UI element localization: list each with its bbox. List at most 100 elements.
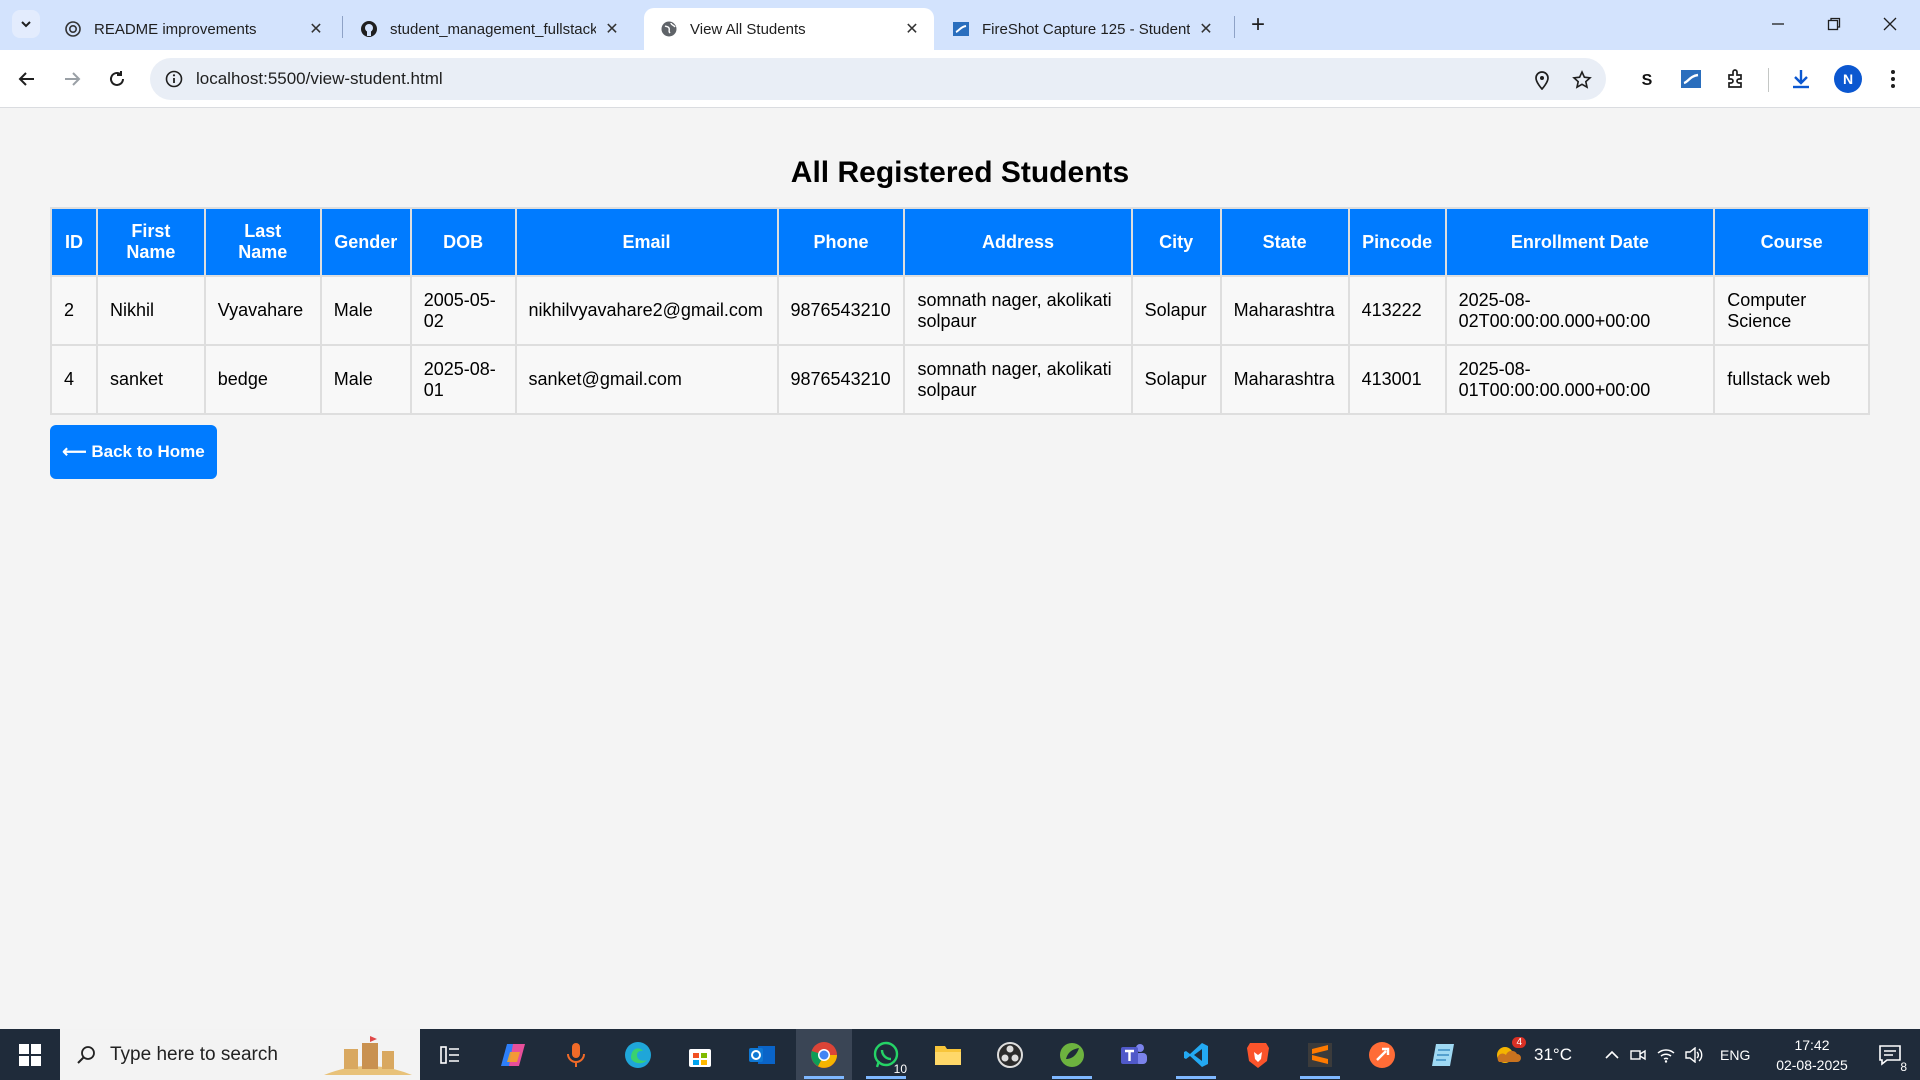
reload-icon — [110, 71, 124, 86]
tab-readme[interactable]: README improvements ✕ — [48, 8, 338, 50]
forward-nav-button[interactable] — [55, 62, 89, 96]
tab-strip: README improvements ✕ student_management… — [0, 0, 1920, 50]
table-cell: Maharashtra — [1219, 275, 1350, 346]
kebab-menu-icon[interactable] — [1878, 64, 1908, 94]
volume-icon[interactable] — [1680, 1046, 1708, 1063]
weather-sun-icon: 4 — [1492, 1036, 1526, 1070]
column-header: Address — [903, 207, 1133, 277]
location-pin-icon[interactable] — [1530, 68, 1554, 92]
chrome-icon[interactable] — [796, 1029, 852, 1080]
tab-title: README improvements — [94, 20, 257, 38]
column-header: Email — [514, 207, 779, 277]
tab-title: FireShot Capture 125 - Student — [982, 20, 1190, 38]
close-tab-icon[interactable]: ✕ — [602, 19, 622, 39]
new-tab-button[interactable]: + — [1244, 11, 1272, 38]
page-content: All Registered Students ID First Name La… — [0, 109, 1920, 1029]
spring-tools-icon[interactable] — [1044, 1029, 1100, 1080]
vscode-icon[interactable] — [1168, 1029, 1224, 1080]
back-nav-button[interactable] — [10, 62, 44, 96]
table-cell: 2025-08-01T00:00:00.000+00:00 — [1444, 344, 1716, 415]
notification-center-icon[interactable]: 8 — [1862, 1029, 1918, 1080]
fireshot-extension-icon[interactable] — [1676, 64, 1706, 94]
close-tab-icon[interactable]: ✕ — [306, 19, 326, 39]
svg-text:S: S — [1642, 72, 1653, 89]
copilot-icon[interactable] — [486, 1029, 542, 1080]
microphone-icon[interactable] — [548, 1029, 604, 1080]
windows-taskbar: Type here to search 10 4 31°C ENG 17:42 … — [0, 1029, 1920, 1080]
column-header: Gender — [319, 207, 412, 277]
profile-avatar[interactable]: N — [1834, 65, 1862, 93]
restore-icon — [1827, 17, 1841, 31]
tab-title: View All Students — [690, 20, 806, 38]
close-tab-icon[interactable]: ✕ — [1196, 19, 1216, 39]
download-icon[interactable] — [1786, 64, 1816, 94]
restore-button[interactable] — [1806, 6, 1862, 42]
globe-icon — [660, 20, 678, 38]
edge-icon[interactable] — [610, 1029, 666, 1080]
table-cell: somnath nager, akolikati solpaur — [903, 275, 1133, 346]
table-cell: somnath nager, akolikati solpaur — [903, 344, 1133, 415]
sublime-text-icon[interactable] — [1292, 1029, 1348, 1080]
brave-icon[interactable] — [1230, 1029, 1286, 1080]
clock-date: 02-08-2025 — [1776, 1057, 1848, 1073]
taskbar-search-box[interactable]: Type here to search — [60, 1029, 420, 1080]
close-tab-icon[interactable]: ✕ — [902, 19, 922, 39]
column-header: ID — [50, 207, 98, 277]
arrow-left-icon — [18, 72, 34, 86]
table-cell: Vyavahare — [203, 275, 322, 346]
table-cell: 2 — [50, 275, 98, 346]
tab-github[interactable]: student_management_fullstack ✕ — [344, 8, 634, 50]
microsoft-store-icon[interactable] — [672, 1029, 728, 1080]
table-row: 2 Nikhil Vyavahare Male 2005-05-02 nikhi… — [50, 275, 1870, 346]
whatsapp-unread-badge: 10 — [890, 1062, 910, 1076]
table-cell: Computer Science — [1713, 275, 1870, 346]
whatsapp-icon[interactable]: 10 — [858, 1029, 914, 1080]
column-header: Last Name — [203, 207, 322, 277]
table-cell: fullstack web — [1713, 344, 1870, 415]
task-view-icon[interactable] — [422, 1029, 478, 1080]
meet-now-icon[interactable] — [1624, 1047, 1652, 1063]
site-info-icon[interactable] — [162, 67, 186, 91]
wifi-icon[interactable] — [1652, 1047, 1680, 1063]
close-window-button[interactable] — [1862, 6, 1918, 42]
openai-icon — [64, 20, 82, 38]
table-cell: 4 — [50, 344, 98, 415]
chevron-up-icon[interactable] — [1600, 1050, 1624, 1060]
tab-view-students[interactable]: View All Students ✕ — [644, 8, 934, 50]
table-row: 4 sanket bedge Male 2025-08-01 sanket@gm… — [50, 344, 1870, 415]
minimize-button[interactable] — [1750, 6, 1806, 42]
bookmark-star-icon[interactable] — [1570, 68, 1594, 92]
postman-icon[interactable] — [1354, 1029, 1410, 1080]
back-to-home-button[interactable]: ⟵ Back to Home — [50, 425, 217, 479]
column-header: State — [1219, 207, 1350, 277]
tab-search-button[interactable] — [12, 10, 40, 38]
weather-widget[interactable]: 4 31°C — [1492, 1029, 1572, 1080]
plus-icon: + — [1250, 11, 1265, 38]
address-bar[interactable]: localhost:5500/view-student.html — [150, 58, 1606, 100]
arrow-right-icon — [65, 72, 81, 86]
table-header-row: ID First Name Last Name Gender DOB Email… — [50, 207, 1870, 277]
tab-fireshot[interactable]: FireShot Capture 125 - Student ✕ — [936, 8, 1228, 50]
browser-toolbar: localhost:5500/view-student.html S N — [0, 50, 1920, 108]
file-explorer-icon[interactable] — [920, 1029, 976, 1080]
system-tray: ENG — [1600, 1029, 1750, 1080]
table-cell: 9876543210 — [776, 275, 906, 346]
taskbar-clock[interactable]: 17:42 02-08-2025 — [1768, 1035, 1856, 1075]
url-text: localhost:5500/view-student.html — [196, 69, 443, 88]
teams-icon[interactable] — [1106, 1029, 1162, 1080]
github-icon — [360, 20, 378, 38]
fireshot-icon — [952, 20, 970, 38]
extension-s-icon[interactable]: S — [1632, 64, 1662, 94]
column-header: Enrollment Date — [1444, 207, 1716, 277]
windows-icon — [19, 1043, 41, 1066]
start-button[interactable] — [0, 1029, 60, 1080]
extensions-puzzle-icon[interactable] — [1721, 64, 1751, 94]
reload-button[interactable] — [100, 62, 134, 96]
table-cell: Male — [319, 344, 412, 415]
column-header: Course — [1713, 207, 1870, 277]
language-indicator[interactable]: ENG — [1720, 1047, 1750, 1063]
outlook-icon[interactable] — [734, 1029, 790, 1080]
obs-icon[interactable] — [982, 1029, 1038, 1080]
notepad-icon[interactable] — [1416, 1029, 1472, 1080]
clock-time: 17:42 — [1794, 1037, 1830, 1053]
